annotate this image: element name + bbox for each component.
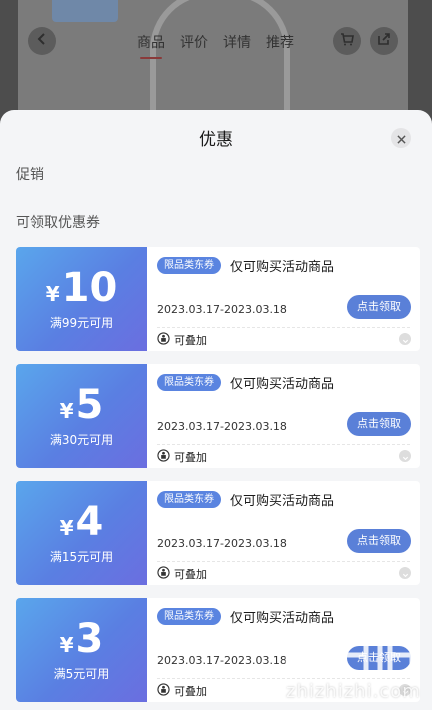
background-product-thumbnail [52, 0, 118, 22]
coupon-tag: 限品类东券 [157, 491, 221, 508]
share-button[interactable] [370, 27, 398, 55]
stackable-label: 可叠加 [174, 451, 207, 464]
coupon-card: ¥4 满15元可用 限品类东券 仅可购买活动商品 2023.03.17-2023… [16, 481, 420, 585]
chevron-down-icon [402, 564, 409, 583]
coupon-title: 仅可购买活动商品 [230, 260, 335, 275]
coupon-tag: 限品类东券 [157, 608, 221, 625]
stackable-icon [157, 332, 170, 345]
expand-details-button[interactable] [399, 333, 411, 345]
promotion-section-label: 促销 [16, 167, 44, 183]
coupon-amount: ¥3 [59, 616, 104, 662]
stackable-label: 可叠加 [174, 334, 207, 347]
coupon-sheet: 优惠 促销 可领取优惠券 ¥10 满99元可用 限品类东券 仅可购买活动商品 2… [0, 110, 432, 710]
coupon-value-panel: ¥4 满15元可用 [16, 481, 147, 585]
expand-details-button[interactable] [399, 450, 411, 462]
coupon-card: ¥10 满99元可用 限品类东券 仅可购买活动商品 2023.03.17-202… [16, 247, 420, 351]
claim-coupon-button[interactable]: 点击领取 [347, 295, 411, 319]
coupon-value-panel: ¥5 满30元可用 [16, 364, 147, 468]
claim-coupon-button[interactable]: 点击领取 [347, 412, 411, 436]
chevron-down-icon [402, 447, 409, 466]
stackable-label: 可叠加 [174, 685, 207, 698]
coupon-condition: 满99元可用 [49, 316, 114, 330]
product-tabs: 商品 评价 详情 推荐 [137, 32, 294, 59]
coupon-condition: 满30元可用 [49, 433, 114, 447]
stackable-icon [157, 683, 170, 696]
coupon-value-panel: ¥10 满99元可用 [16, 247, 147, 351]
tab-recommend[interactable]: 推荐 [266, 32, 294, 52]
stackable-icon [157, 566, 170, 579]
tab-details[interactable]: 详情 [223, 32, 251, 52]
coupon-title: 仅可购买活动商品 [230, 377, 335, 392]
coupon-validity: 2023.03.17-2023.03.18 [157, 654, 287, 667]
coupon-amount: ¥5 [59, 382, 104, 428]
coupon-validity: 2023.03.17-2023.03.18 [157, 537, 287, 550]
coupon-tag: 限品类东券 [157, 374, 221, 391]
coupons-section-label: 可领取优惠券 [16, 215, 100, 231]
back-button[interactable] [28, 27, 56, 55]
close-icon [396, 129, 406, 148]
coupon-divider [157, 561, 410, 562]
coupon-amount: ¥4 [59, 499, 104, 545]
share-icon [376, 31, 392, 51]
coupon-divider [157, 678, 410, 679]
coupon-tag: 限品类东券 [157, 257, 221, 274]
coupon-divider [157, 327, 410, 328]
coupon-condition: 满5元可用 [53, 667, 110, 681]
cart-button[interactable] [333, 27, 361, 55]
tab-reviews[interactable]: 评价 [180, 32, 208, 52]
chevron-down-icon [402, 330, 409, 349]
coupon-title: 仅可购买活动商品 [230, 611, 335, 626]
watermark-text: zhizhizhi.com [286, 681, 421, 702]
stackable-icon [157, 449, 170, 462]
coupon-amount: ¥10 [45, 265, 118, 311]
claim-coupon-button[interactable]: 点击领取 [347, 529, 411, 553]
back-arrow-icon [34, 31, 50, 51]
coupon-validity: 2023.03.17-2023.03.18 [157, 303, 287, 316]
sheet-title: 优惠 [199, 130, 233, 150]
tab-product[interactable]: 商品 [137, 32, 165, 59]
coupon-divider [157, 444, 410, 445]
cart-icon [339, 31, 355, 51]
coupon-card: ¥5 满30元可用 限品类东券 仅可购买活动商品 2023.03.17-2023… [16, 364, 420, 468]
coupon-value-panel: ¥3 满5元可用 [16, 598, 147, 702]
stackable-label: 可叠加 [174, 568, 207, 581]
close-button[interactable] [391, 128, 411, 148]
expand-details-button[interactable] [399, 567, 411, 579]
claim-coupon-button[interactable]: 点击领取 [347, 646, 411, 670]
coupon-title: 仅可购买活动商品 [230, 494, 335, 509]
coupon-validity: 2023.03.17-2023.03.18 [157, 420, 287, 433]
coupon-condition: 满15元可用 [49, 550, 114, 564]
